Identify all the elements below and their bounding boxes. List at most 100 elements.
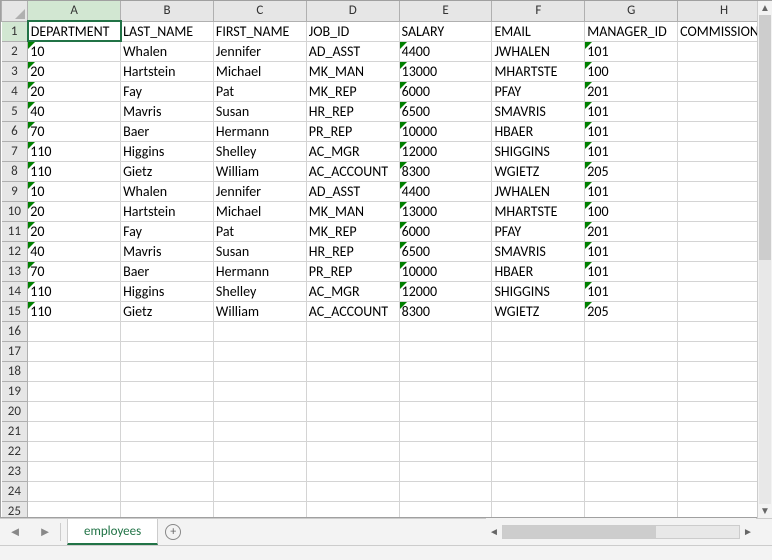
- cell-G16[interactable]: [585, 321, 678, 341]
- hscroll-thumb[interactable]: [503, 526, 656, 538]
- cell-F11[interactable]: PFAY: [492, 221, 585, 241]
- cell-B4[interactable]: Fay: [121, 81, 214, 101]
- cell-F12[interactable]: SMAVRIS: [492, 241, 585, 261]
- cell-F3[interactable]: MHARTSTE: [492, 61, 585, 81]
- cell-E8[interactable]: 8300: [399, 161, 492, 181]
- cell-D6[interactable]: PR_REP: [306, 121, 399, 141]
- cell-B21[interactable]: [121, 421, 214, 441]
- cell-C2[interactable]: Jennifer: [213, 41, 306, 61]
- cell-D24[interactable]: [306, 481, 399, 501]
- row-header-22[interactable]: 22: [2, 441, 28, 461]
- cell-D7[interactable]: AC_MGR: [306, 141, 399, 161]
- cell-B5[interactable]: Mavris: [121, 101, 214, 121]
- cell-B19[interactable]: [121, 381, 214, 401]
- cell-C20[interactable]: [213, 401, 306, 421]
- row-header-17[interactable]: 17: [2, 341, 28, 361]
- cell-A18[interactable]: [28, 361, 121, 381]
- cell-D5[interactable]: HR_REP: [306, 101, 399, 121]
- cell-C6[interactable]: Hermann: [213, 121, 306, 141]
- cell-E18[interactable]: [399, 361, 492, 381]
- cell-F2[interactable]: JWHALEN: [492, 41, 585, 61]
- cell-B8[interactable]: Gietz: [121, 161, 214, 181]
- row-header-21[interactable]: 21: [2, 421, 28, 441]
- row-header-15[interactable]: 15: [2, 301, 28, 321]
- cell-C14[interactable]: Shelley: [213, 281, 306, 301]
- cell-E21[interactable]: [399, 421, 492, 441]
- cell-G5[interactable]: 101: [585, 101, 678, 121]
- cell-B17[interactable]: [121, 341, 214, 361]
- column-header-D[interactable]: D: [306, 1, 399, 21]
- row-header-4[interactable]: 4: [2, 81, 28, 101]
- scroll-left-arrow[interactable]: ◄: [486, 525, 502, 538]
- cell-C7[interactable]: Shelley: [213, 141, 306, 161]
- cell-A19[interactable]: [28, 381, 121, 401]
- cell-D10[interactable]: MK_MAN: [306, 201, 399, 221]
- cell-D8[interactable]: AC_ACCOUNT: [306, 161, 399, 181]
- cell-D3[interactable]: MK_MAN: [306, 61, 399, 81]
- cell-A7[interactable]: 110: [28, 141, 121, 161]
- cell-B14[interactable]: Higgins: [121, 281, 214, 301]
- add-sheet-button[interactable]: +: [158, 519, 188, 545]
- cell-F16[interactable]: [492, 321, 585, 341]
- cell-D20[interactable]: [306, 401, 399, 421]
- row-header-25[interactable]: 25: [2, 501, 28, 518]
- row-header-6[interactable]: 6: [2, 121, 28, 141]
- row-header-16[interactable]: 16: [2, 321, 28, 341]
- cell-B12[interactable]: Mavris: [121, 241, 214, 261]
- cell-A25[interactable]: [28, 501, 121, 518]
- cell-F22[interactable]: [492, 441, 585, 461]
- cell-F21[interactable]: [492, 421, 585, 441]
- horizontal-scrollbar[interactable]: ◄ ►: [486, 518, 756, 545]
- row-header-12[interactable]: 12: [2, 241, 28, 261]
- row-header-11[interactable]: 11: [2, 221, 28, 241]
- column-header-E[interactable]: E: [399, 1, 492, 21]
- cell-A21[interactable]: [28, 421, 121, 441]
- cell-E10[interactable]: 13000: [399, 201, 492, 221]
- row-header-19[interactable]: 19: [2, 381, 28, 401]
- vertical-scrollbar[interactable]: ▲ ▼: [757, 1, 772, 518]
- cell-B13[interactable]: Baer: [121, 261, 214, 281]
- cell-E1[interactable]: SALARY: [399, 21, 492, 41]
- row-header-20[interactable]: 20: [2, 401, 28, 421]
- cell-F19[interactable]: [492, 381, 585, 401]
- cell-F17[interactable]: [492, 341, 585, 361]
- cell-C13[interactable]: Hermann: [213, 261, 306, 281]
- cell-G15[interactable]: 205: [585, 301, 678, 321]
- cell-G11[interactable]: 201: [585, 221, 678, 241]
- cell-F15[interactable]: WGIETZ: [492, 301, 585, 321]
- column-header-C[interactable]: C: [213, 1, 306, 21]
- cell-A8[interactable]: 110: [28, 161, 121, 181]
- cell-C16[interactable]: [213, 321, 306, 341]
- scroll-right-arrow[interactable]: ►: [740, 525, 756, 538]
- cell-E5[interactable]: 6500: [399, 101, 492, 121]
- cell-C22[interactable]: [213, 441, 306, 461]
- cell-C9[interactable]: Jennifer: [213, 181, 306, 201]
- hscroll-track[interactable]: [502, 525, 740, 539]
- cell-G8[interactable]: 205: [585, 161, 678, 181]
- cell-F24[interactable]: [492, 481, 585, 501]
- cell-C18[interactable]: [213, 361, 306, 381]
- cell-D13[interactable]: PR_REP: [306, 261, 399, 281]
- sheet-tab-employees[interactable]: employees: [67, 519, 158, 545]
- cell-G12[interactable]: 101: [585, 241, 678, 261]
- cell-D21[interactable]: [306, 421, 399, 441]
- cell-E16[interactable]: [399, 321, 492, 341]
- cell-B16[interactable]: [121, 321, 214, 341]
- cell-G20[interactable]: [585, 401, 678, 421]
- cell-G23[interactable]: [585, 461, 678, 481]
- cell-E15[interactable]: 8300: [399, 301, 492, 321]
- cell-A2[interactable]: 10: [28, 41, 121, 61]
- row-header-7[interactable]: 7: [2, 141, 28, 161]
- cell-D19[interactable]: [306, 381, 399, 401]
- cell-C12[interactable]: Susan: [213, 241, 306, 261]
- cell-F8[interactable]: WGIETZ: [492, 161, 585, 181]
- cell-C10[interactable]: Michael: [213, 201, 306, 221]
- cell-C17[interactable]: [213, 341, 306, 361]
- cell-C5[interactable]: Susan: [213, 101, 306, 121]
- tab-nav-prev[interactable]: ◄: [0, 519, 30, 545]
- vscroll-thumb[interactable]: [759, 15, 771, 260]
- cell-B23[interactable]: [121, 461, 214, 481]
- cell-B3[interactable]: Hartstein: [121, 61, 214, 81]
- cell-B11[interactable]: Fay: [121, 221, 214, 241]
- cell-B1[interactable]: LAST_NAME: [121, 21, 214, 41]
